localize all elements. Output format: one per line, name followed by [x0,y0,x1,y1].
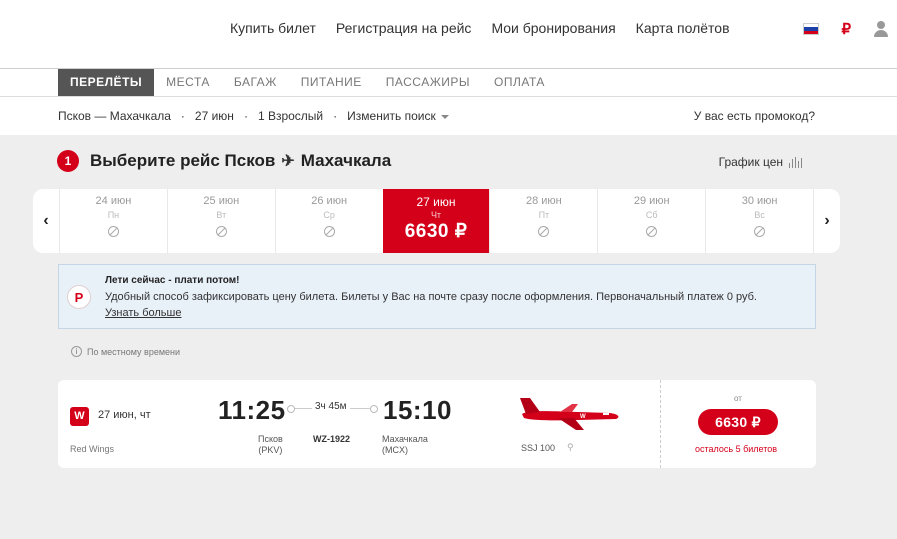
tab-seats[interactable]: МЕСТА [154,69,222,96]
step-number-badge: 1 [57,150,79,172]
search-pax-dot: · [243,109,248,123]
nav-flight-map[interactable]: Карта полётов [636,20,730,36]
card-divider [660,380,661,468]
change-search-label: Изменить поиск [347,109,436,123]
nav-my-bookings[interactable]: Мои бронирования [491,20,615,36]
date-option-weekday: Чт [430,210,442,220]
russia-flag-icon[interactable] [803,23,820,35]
unavailable-icon [646,226,658,237]
date-option[interactable]: 28 июн Пт [489,189,597,253]
tab-payment[interactable]: ОПЛАТА [482,69,557,96]
search-change-dot: · [333,109,338,123]
main-nav: Купить билет Регистрация на рейс Мои бро… [230,20,730,36]
search-date-dot: · [180,109,185,123]
departure-code: (PKV) [258,445,283,455]
date-option[interactable]: 24 июн Пн [59,189,167,253]
date-option-weekday: Пт [538,210,550,220]
header-tools: ₽ [803,20,889,38]
date-option-date: 30 июн [741,195,778,207]
arrival-airport: Махачкала (MCX) [382,434,428,456]
learn-more-link[interactable]: Узнать больше [105,307,181,319]
date-option-price: 6630 ₽ [404,221,468,242]
departure-time: 11:25 [218,395,286,425]
departure-city: Псков [258,434,283,444]
date-option-date: 29 июн [633,195,670,207]
unavailable-icon [215,226,227,237]
price-graph-button[interactable]: График цен [719,155,802,169]
page-title-destination: Махачкала [300,151,392,170]
tab-meals[interactable]: ПИТАНИЕ [289,69,374,96]
user-icon[interactable] [873,21,889,37]
pay-later-logo-icon: P [67,285,91,309]
departure-airport: Псков (PKV) [258,434,283,456]
date-option-date: 28 июн [525,195,562,207]
price-graph-label: График цен [718,155,783,169]
unavailable-icon [538,226,550,237]
price-from-label: от [734,394,742,403]
chevron-right-icon[interactable]: › [814,189,840,253]
date-option[interactable]: 29 июн Сб [597,189,705,253]
search-route: Псков — Махачкала [58,109,171,123]
date-option-date: 26 июн [311,195,348,207]
tab-flights[interactable]: ПЕРЕЛЁТЫ [58,69,155,96]
nav-checkin[interactable]: Регистрация на рейс [336,20,472,36]
arrival-city: Махачкала [382,434,428,444]
date-option[interactable]: 26 июн Ср [274,189,383,253]
date-option-date: 25 июн [203,195,240,207]
date-option-selected[interactable]: 27 июн Чт 6630 ₽ [382,189,490,253]
search-date: 27 июн [194,109,234,123]
aircraft-image: W [520,398,619,430]
date-carousel: ‹ 24 июн Пн 25 июн Вт 26 июн Ср 27 июн Ч… [33,189,840,253]
arrival-code: (MCX) [382,445,408,455]
chevron-left-icon[interactable]: ‹ [33,189,59,253]
bar-chart-icon [789,156,802,168]
red-wings-logo-icon: W [70,407,89,426]
banner-title: Лети сейчас - плати потом! [105,275,240,286]
date-option-weekday: Пн [107,210,120,220]
date-option-weekday: Ср [323,210,335,220]
nav-buy-ticket[interactable]: Купить билет [230,20,316,36]
page-title: Выберите рейс Псков ✈ Махачкала [90,151,391,171]
seats-left-label: осталось 5 билетов [695,444,778,454]
currency-ruble-icon[interactable]: ₽ [841,20,851,38]
aircraft-type: SSJ 100 [521,442,556,453]
booking-steps-tabs: ПЕРЕЛЁТЫ МЕСТА БАГАЖ ПИТАНИЕ ПАССАЖИРЫ О… [0,69,897,97]
info-icon: i [71,346,82,357]
page-title-text: Выберите рейс Псков [90,151,276,170]
date-option-weekday: Вс [754,210,765,220]
pay-later-banner: P Лети сейчас - плати потом! Удобный спо… [58,264,816,329]
flight-number: WZ-1922 [313,434,351,444]
date-option[interactable]: 25 июн Вт [166,189,275,253]
change-search-button[interactable]: Изменить поиск [347,109,449,123]
select-flight-price-button[interactable]: 6630 ₽ [698,409,778,435]
promo-code-link[interactable]: У вас есть промокод? [694,109,815,123]
flight-duration: 3ч 45м [312,401,350,412]
flight-card[interactable]: W 27 июн, чт Red Wings 11:25 3ч 45м 15:1… [58,380,816,468]
unavailable-icon [754,226,766,237]
local-time-label: По местному времени [87,346,181,357]
arrival-time: 15:10 [383,395,452,425]
unavailable-icon [323,226,335,237]
unavailable-icon [107,226,119,237]
search-summary: Псков — Махачкала · 27 июн · 1 Взрослый … [0,97,897,135]
aircraft-info: SSJ 100 ⚲ [521,442,574,453]
date-option[interactable]: 30 июн Вс [705,189,815,253]
date-option-weekday: Вт [216,210,227,220]
top-header: Купить билет Регистрация на рейс Мои бро… [0,0,897,69]
plane-icon: ✈ [281,153,295,170]
tab-passengers[interactable]: ПАССАЖИРЫ [374,69,482,96]
tab-baggage[interactable]: БАГАЖ [222,69,289,96]
banner-text: Удобный способ зафиксировать цену билета… [105,291,757,303]
search-passengers: 1 Взрослый [257,109,324,123]
meal-icon: ⚲ [567,442,574,452]
airline-name: Red Wings [70,444,115,454]
date-option-weekday: Сб [645,210,658,220]
date-option-date: 27 июн [416,195,456,209]
svg-text:W: W [580,414,586,420]
chevron-down-icon [440,114,449,119]
date-option-date: 24 июн [95,195,132,207]
local-time-note: i По местному времени [71,346,180,357]
flight-date: 27 июн, чт [98,409,151,421]
